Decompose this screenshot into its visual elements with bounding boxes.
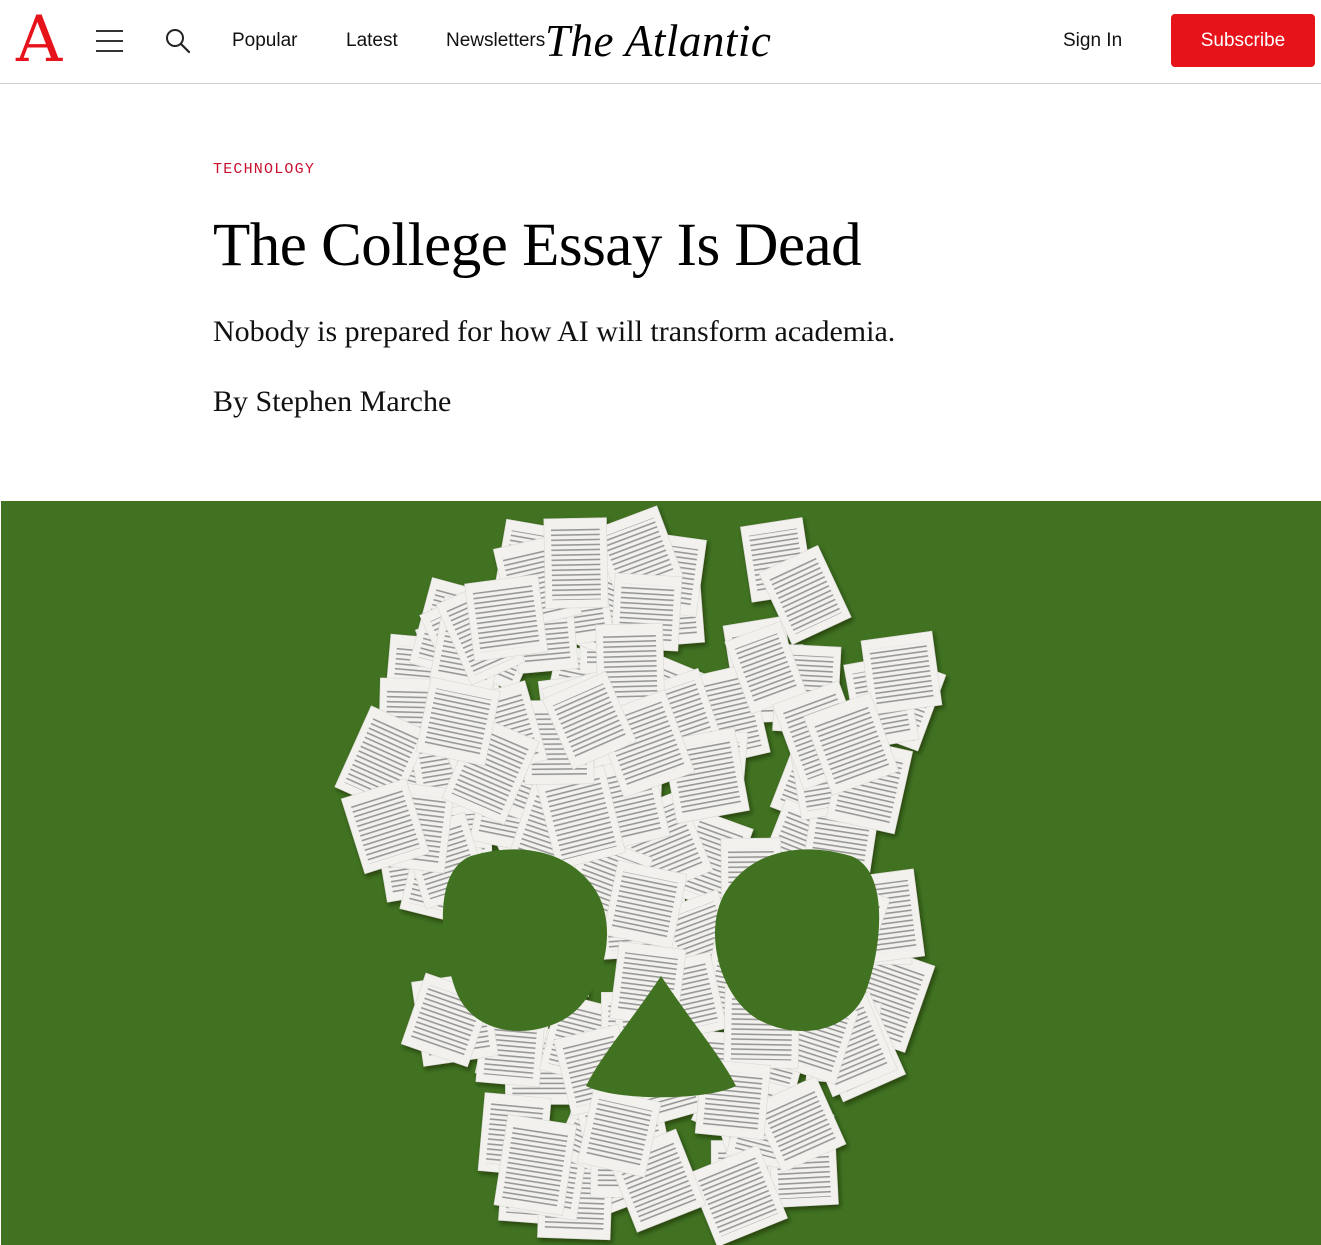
- paper-sheet: [543, 517, 609, 609]
- paper-sheet: [464, 574, 549, 662]
- paper-sheet: [493, 1114, 577, 1216]
- menu-icon[interactable]: [96, 30, 123, 52]
- subscribe-button[interactable]: Subscribe: [1171, 14, 1315, 67]
- byline-prefix: By: [213, 385, 256, 418]
- author-link[interactable]: Stephen Marche: [256, 385, 452, 418]
- nav-latest-link[interactable]: Latest: [346, 29, 398, 53]
- article-headline: The College Essay Is Dead: [213, 212, 862, 279]
- sign-in-link[interactable]: Sign In: [1063, 29, 1122, 53]
- paper-sheet: [602, 859, 688, 949]
- nav-newsletters-link[interactable]: Newsletters: [446, 29, 545, 53]
- paper-sheet: [415, 676, 501, 767]
- nav-popular-link[interactable]: Popular: [232, 29, 298, 53]
- byline: By Stephen Marche: [213, 382, 451, 422]
- section-label[interactable]: TECHNOLOGY: [213, 160, 315, 180]
- search-icon[interactable]: [164, 27, 192, 55]
- skull-of-papers-illustration: [334, 505, 947, 1245]
- atlantic-logo-icon[interactable]: A: [16, 4, 62, 76]
- site-header: A Popular Latest Newsletters The Atlanti…: [0, 0, 1321, 84]
- lead-image: [1, 501, 1321, 1245]
- article-dek: Nobody is prepared for how AI will trans…: [213, 315, 896, 348]
- atlantic-wordmark[interactable]: The Atlantic: [545, 13, 785, 69]
